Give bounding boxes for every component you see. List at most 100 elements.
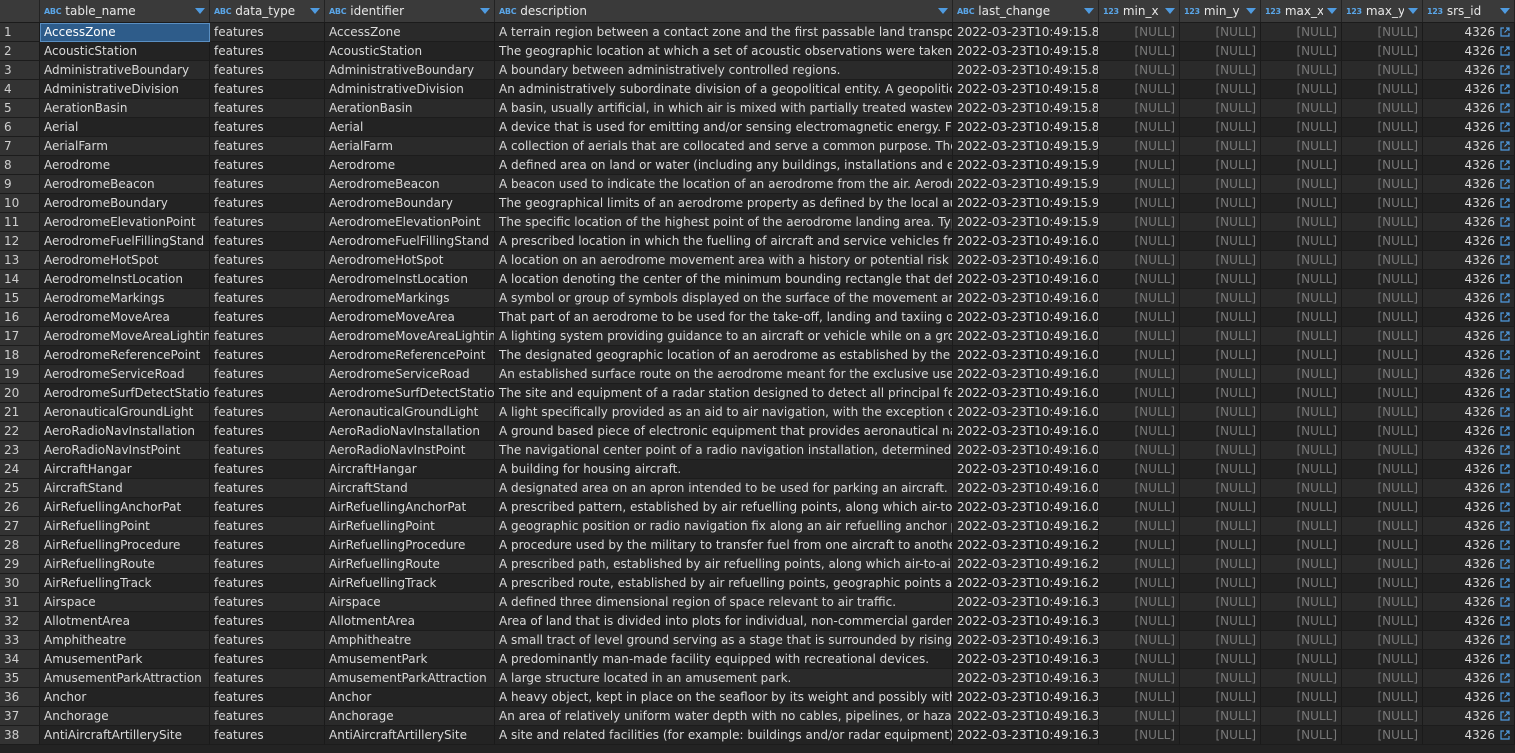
cell-last-change[interactable]: 2022-03-23T10:49:16.000Z [953, 232, 1099, 251]
cell-data-type[interactable]: features [210, 365, 325, 384]
cell-identifier[interactable]: AerodromeElevationPoint [325, 213, 495, 232]
sort-filter-icon[interactable] [1165, 8, 1175, 14]
cell-identifier[interactable]: AerodromeHotSpot [325, 251, 495, 270]
cell-max-x[interactable]: [NULL] [1261, 194, 1342, 213]
cell-data-type[interactable]: features [210, 555, 325, 574]
cell-srs-id[interactable]: 4326 [1423, 156, 1515, 175]
cell-description[interactable]: That part of an aerodrome to be used for… [495, 308, 953, 327]
cell-max-x[interactable]: [NULL] [1261, 232, 1342, 251]
cell-table-name[interactable]: AeronauticalGroundLight [40, 403, 210, 422]
cell-min-x[interactable]: [NULL] [1099, 194, 1180, 213]
cell-srs-id[interactable]: 4326 [1423, 23, 1515, 42]
cell-srs-id[interactable]: 4326 [1423, 213, 1515, 232]
cell-min-x[interactable]: [NULL] [1099, 688, 1180, 707]
cell-table-name[interactable]: AmusementPark [40, 650, 210, 669]
cell-min-y[interactable]: [NULL] [1180, 479, 1261, 498]
cell-table-name[interactable]: AccessZone [40, 23, 210, 42]
cell-min-y[interactable]: [NULL] [1180, 365, 1261, 384]
external-link-icon[interactable] [1500, 616, 1510, 626]
external-link-icon[interactable] [1500, 730, 1510, 740]
cell-last-change[interactable]: 2022-03-23T10:49:16.017Z [953, 365, 1099, 384]
cell-min-y[interactable]: [NULL] [1180, 612, 1261, 631]
cell-table-name[interactable]: AerationBasin [40, 99, 210, 118]
cell-max-y[interactable]: [NULL] [1342, 669, 1423, 688]
cell-identifier[interactable]: AeroRadioNavInstPoint [325, 441, 495, 460]
external-link-icon[interactable] [1500, 122, 1510, 132]
cell-min-x[interactable]: [NULL] [1099, 118, 1180, 137]
cell-srs-id[interactable]: 4326 [1423, 194, 1515, 213]
cell-last-change[interactable]: 2022-03-23T10:49:16.329Z [953, 631, 1099, 650]
cell-last-change[interactable]: 2022-03-23T10:49:15.839Z [953, 61, 1099, 80]
cell-max-x[interactable]: [NULL] [1261, 517, 1342, 536]
cell-min-x[interactable]: [NULL] [1099, 251, 1180, 270]
cell-description[interactable]: A prescribed route, established by air r… [495, 574, 953, 593]
cell-identifier[interactable]: AcousticStation [325, 42, 495, 61]
cell-max-y[interactable]: [NULL] [1342, 99, 1423, 118]
external-link-icon[interactable] [1500, 711, 1510, 721]
cell-table-name[interactable]: Airspace [40, 593, 210, 612]
cell-min-y[interactable]: [NULL] [1180, 460, 1261, 479]
external-link-icon[interactable] [1500, 84, 1510, 94]
cell-description[interactable]: A boundary between administratively cont… [495, 61, 953, 80]
cell-max-x[interactable]: [NULL] [1261, 498, 1342, 517]
cell-description[interactable]: A light specifically provided as an aid … [495, 403, 953, 422]
cell-max-x[interactable]: [NULL] [1261, 99, 1342, 118]
cell-last-change[interactable]: 2022-03-23T10:49:15.816Z [953, 23, 1099, 42]
cell-description[interactable]: A large structure located in an amusemen… [495, 669, 953, 688]
cell-max-x[interactable]: [NULL] [1261, 441, 1342, 460]
cell-description[interactable]: An administratively subordinate division… [495, 80, 953, 99]
table-row[interactable]: 19 AerodromeServiceRoad features AerodromeS… [0, 365, 1515, 384]
table-row[interactable]: 33 Amphitheatre features Amphitheatre A smal… [0, 631, 1515, 650]
cell-max-x[interactable]: [NULL] [1261, 80, 1342, 99]
column-header-table-name[interactable]: ABC table_name [40, 0, 210, 22]
cell-min-x[interactable]: [NULL] [1099, 308, 1180, 327]
table-row[interactable]: 36 Anchor features Anchor A heavy object, ke… [0, 688, 1515, 707]
column-header-min-x[interactable]: 123 min_x [1099, 0, 1180, 22]
cell-table-name[interactable]: Aerial [40, 118, 210, 137]
cell-min-x[interactable]: [NULL] [1099, 61, 1180, 80]
cell-max-x[interactable]: [NULL] [1261, 631, 1342, 650]
cell-srs-id[interactable]: 4326 [1423, 61, 1515, 80]
cell-max-y[interactable]: [NULL] [1342, 650, 1423, 669]
cell-max-x[interactable]: [NULL] [1261, 384, 1342, 403]
cell-identifier[interactable]: AerodromeMoveArea [325, 308, 495, 327]
external-link-icon[interactable] [1500, 483, 1510, 493]
cell-max-x[interactable]: [NULL] [1261, 327, 1342, 346]
cell-srs-id[interactable]: 4326 [1423, 441, 1515, 460]
cell-max-y[interactable]: [NULL] [1342, 403, 1423, 422]
cell-data-type[interactable]: features [210, 422, 325, 441]
cell-max-x[interactable]: [NULL] [1261, 137, 1342, 156]
cell-min-x[interactable]: [NULL] [1099, 669, 1180, 688]
table-row[interactable]: 23 AeroRadioNavInstPoint features AeroRadio… [0, 441, 1515, 460]
external-link-icon[interactable] [1500, 578, 1510, 588]
external-link-icon[interactable] [1500, 179, 1510, 189]
cell-description[interactable]: An established surface route on the aero… [495, 365, 953, 384]
cell-min-y[interactable]: [NULL] [1180, 156, 1261, 175]
cell-identifier[interactable]: AerodromeSurfDetectStation [325, 384, 495, 403]
cell-min-x[interactable]: [NULL] [1099, 631, 1180, 650]
cell-max-y[interactable]: [NULL] [1342, 441, 1423, 460]
cell-data-type[interactable]: features [210, 327, 325, 346]
cell-max-y[interactable]: [NULL] [1342, 175, 1423, 194]
cell-srs-id[interactable]: 4326 [1423, 270, 1515, 289]
sort-filter-icon[interactable] [1084, 8, 1094, 14]
cell-min-x[interactable]: [NULL] [1099, 99, 1180, 118]
cell-data-type[interactable]: features [210, 441, 325, 460]
cell-description[interactable]: A device that is used for emitting and/o… [495, 118, 953, 137]
cell-data-type[interactable]: features [210, 403, 325, 422]
cell-last-change[interactable]: 2022-03-23T10:49:16.339Z [953, 650, 1099, 669]
cell-description[interactable]: A prescribed location in which the fuell… [495, 232, 953, 251]
cell-srs-id[interactable]: 4326 [1423, 460, 1515, 479]
cell-last-change[interactable]: 2022-03-23T10:49:16.276Z [953, 574, 1099, 593]
table-row[interactable]: 2 AcousticStation features AcousticStation T… [0, 42, 1515, 61]
cell-min-x[interactable]: [NULL] [1099, 460, 1180, 479]
cell-srs-id[interactable]: 4326 [1423, 232, 1515, 251]
cell-srs-id[interactable]: 4326 [1423, 669, 1515, 688]
table-row[interactable]: 30 AirRefuellingTrack features AirRefuellin… [0, 574, 1515, 593]
table-row[interactable]: 12 AerodromeFuelFillingStand features Aerod… [0, 232, 1515, 251]
cell-min-y[interactable]: [NULL] [1180, 61, 1261, 80]
external-link-icon[interactable] [1500, 426, 1510, 436]
cell-min-y[interactable]: [NULL] [1180, 270, 1261, 289]
cell-srs-id[interactable]: 4326 [1423, 593, 1515, 612]
cell-description[interactable]: The geographical limits of an aerodrome … [495, 194, 953, 213]
